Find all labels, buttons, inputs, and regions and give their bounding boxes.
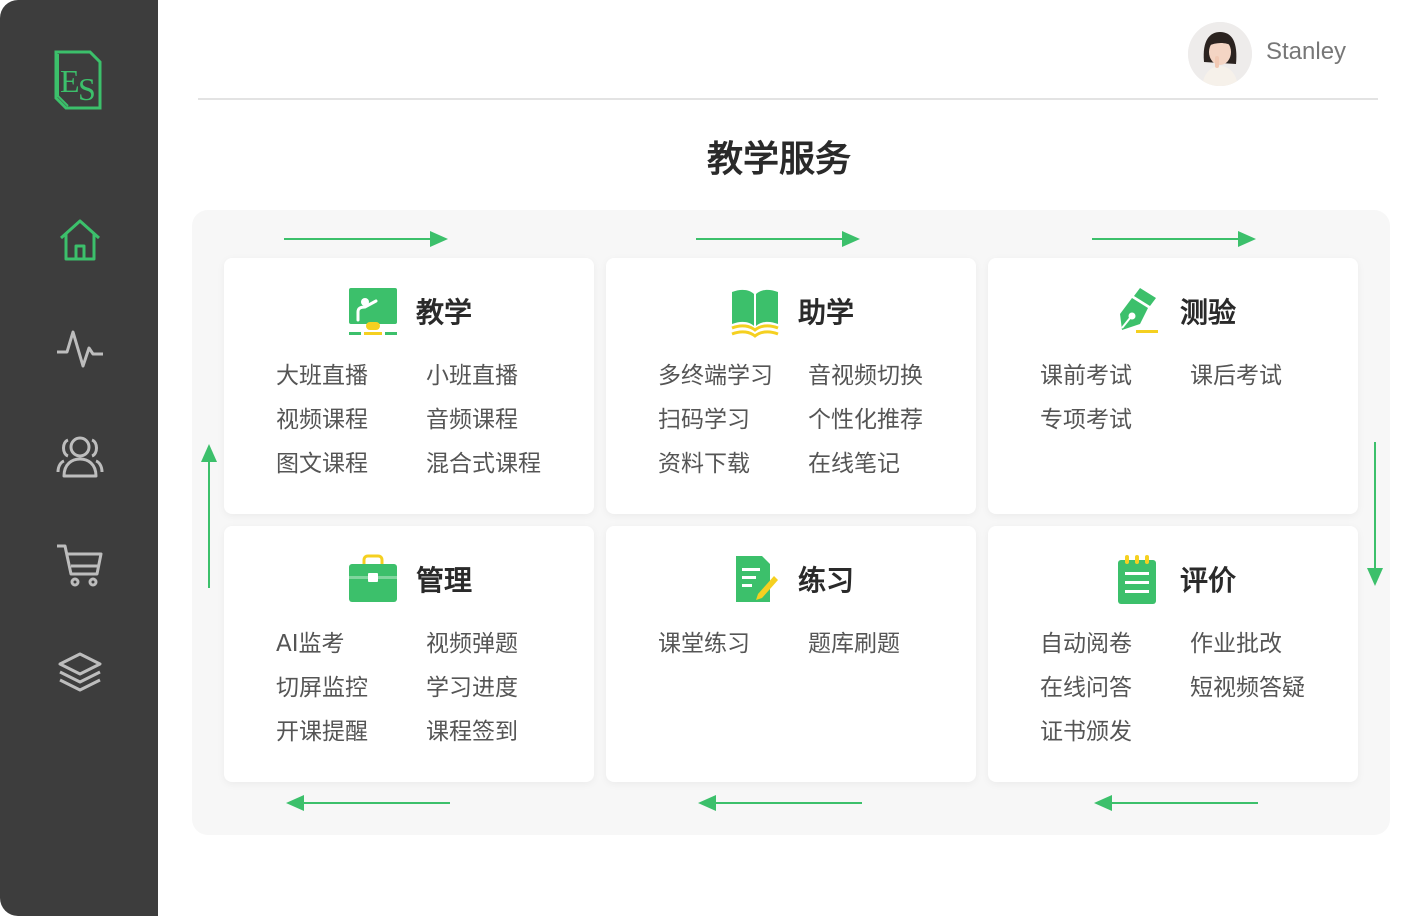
activity-icon[interactable] bbox=[52, 320, 108, 376]
card-title: 教学 bbox=[415, 296, 472, 329]
service-item[interactable]: 多终端学习 bbox=[658, 361, 808, 391]
arrow-down-icon bbox=[1367, 442, 1383, 586]
card-title: 助学 bbox=[797, 296, 854, 329]
home-icon[interactable] bbox=[52, 212, 108, 268]
service-item[interactable]: 题库刷题 bbox=[808, 629, 958, 659]
notepad-icon bbox=[1110, 552, 1164, 606]
arrow-left-icon bbox=[698, 795, 862, 811]
service-item[interactable]: 证书颁发 bbox=[1040, 717, 1190, 747]
arrow-right-icon bbox=[284, 231, 448, 247]
card-evaluation[interactable]: 评价 自动阅卷 作业批改 在线问答 短视频答疑 证书颁发 bbox=[988, 526, 1358, 782]
card-quiz[interactable]: 测验 课前考试 课后考试 专项考试 bbox=[988, 258, 1358, 514]
briefcase-icon bbox=[346, 552, 400, 606]
arrow-up-icon bbox=[201, 444, 217, 588]
card-teaching[interactable]: 教学 大班直播 小班直播 视频课程 音频课程 图文课程 混合式课程 bbox=[224, 258, 594, 514]
service-item[interactable]: 课后考试 bbox=[1190, 361, 1340, 391]
service-item[interactable]: 视频弹题 bbox=[426, 629, 576, 659]
arrow-right-icon bbox=[696, 231, 860, 247]
service-item[interactable]: 在线笔记 bbox=[808, 449, 958, 479]
arrow-left-icon bbox=[1094, 795, 1258, 811]
service-item[interactable]: 音视频切换 bbox=[808, 361, 958, 391]
card-practice[interactable]: 练习 课堂练习 题库刷题 bbox=[606, 526, 976, 782]
service-item[interactable]: 图文课程 bbox=[276, 449, 426, 479]
service-item[interactable]: 个性化推荐 bbox=[808, 405, 958, 435]
service-item[interactable]: 大班直播 bbox=[276, 361, 426, 391]
avatar[interactable] bbox=[1188, 22, 1252, 86]
service-item[interactable]: 课前考试 bbox=[1040, 361, 1190, 391]
arrow-right-icon bbox=[1092, 231, 1256, 247]
username[interactable]: Stanley bbox=[1266, 38, 1346, 66]
service-item[interactable]: 切屏监控 bbox=[276, 673, 426, 703]
service-item[interactable]: 在线问答 bbox=[1040, 673, 1190, 703]
card-management[interactable]: 管理 AI监考 视频弹题 切屏监控 学习进度 开课提醒 课程签到 bbox=[224, 526, 594, 782]
pen-nib-icon bbox=[1110, 284, 1164, 338]
users-icon[interactable] bbox=[52, 428, 108, 484]
arrow-left-icon bbox=[286, 795, 450, 811]
service-item[interactable]: 视频课程 bbox=[276, 405, 426, 435]
teaching-board-icon bbox=[346, 284, 400, 338]
card-title: 管理 bbox=[415, 564, 472, 597]
service-item[interactable]: 资料下载 bbox=[658, 449, 808, 479]
service-item[interactable]: 学习进度 bbox=[426, 673, 576, 703]
card-title: 测验 bbox=[1179, 296, 1236, 329]
service-item[interactable]: 课程签到 bbox=[426, 717, 576, 747]
layers-icon[interactable] bbox=[52, 644, 108, 700]
services-panel: 教学 大班直播 小班直播 视频课程 音频课程 图文课程 混合式课程 助学 多终端… bbox=[192, 210, 1390, 835]
svg-text:S: S bbox=[78, 71, 96, 107]
service-item[interactable]: 短视频答疑 bbox=[1190, 673, 1340, 703]
service-item[interactable]: 混合式课程 bbox=[426, 449, 576, 479]
card-learning-aid[interactable]: 助学 多终端学习 音视频切换 扫码学习 个性化推荐 资料下载 在线笔记 bbox=[606, 258, 976, 514]
service-item[interactable]: 课堂练习 bbox=[658, 629, 808, 659]
open-book-icon bbox=[728, 284, 782, 338]
service-item[interactable]: 小班直播 bbox=[426, 361, 576, 391]
service-item[interactable]: 扫码学习 bbox=[658, 405, 808, 435]
card-title: 练习 bbox=[797, 564, 854, 597]
service-item[interactable]: 开课提醒 bbox=[276, 717, 426, 747]
page-title: 教学服务 bbox=[706, 139, 851, 180]
svg-text:E: E bbox=[60, 63, 80, 99]
card-title: 评价 bbox=[1179, 564, 1236, 597]
header-divider bbox=[198, 98, 1378, 100]
es-logo-icon[interactable]: E S bbox=[50, 48, 108, 112]
service-item[interactable]: 作业批改 bbox=[1190, 629, 1340, 659]
service-item[interactable]: 专项考试 bbox=[1040, 405, 1190, 435]
cart-icon[interactable] bbox=[52, 536, 108, 592]
service-item[interactable]: 音频课程 bbox=[426, 405, 576, 435]
edit-document-icon bbox=[728, 552, 782, 606]
service-item[interactable]: AI监考 bbox=[276, 629, 426, 659]
service-item[interactable]: 自动阅卷 bbox=[1040, 629, 1190, 659]
